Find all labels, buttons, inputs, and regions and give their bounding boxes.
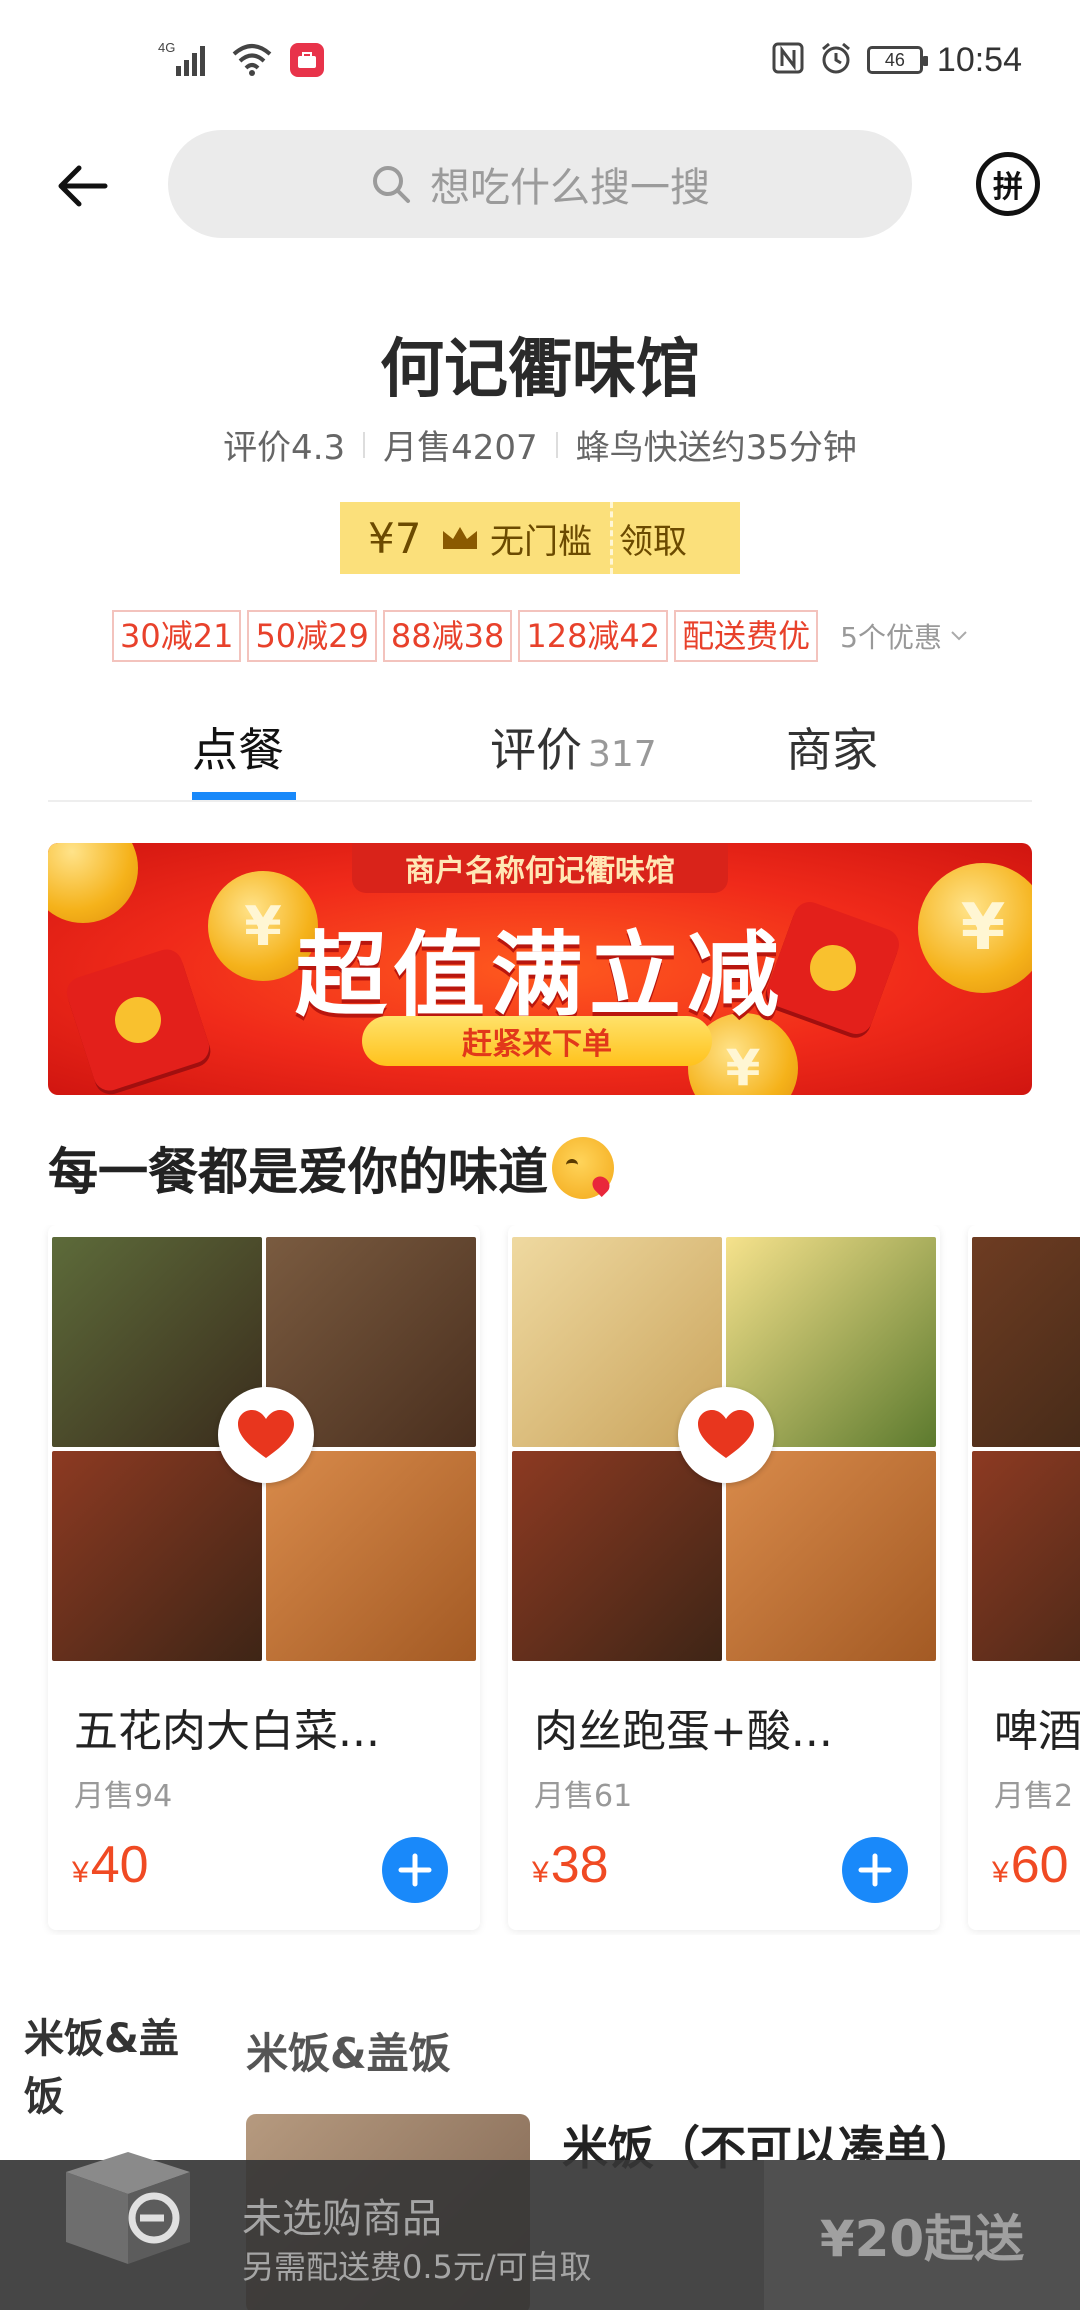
product-title: 啤酒 <box>994 1706 1080 1757</box>
category-sidebar: 米饭&盖饭 <box>0 2010 216 2126</box>
food-photo <box>512 1451 722 1661</box>
cart-bar: 未选购商品 另需配送费0.5元/可自取 ¥20起送 <box>0 2152 1080 2310</box>
category-heading: 米饭&盖饭 <box>246 2029 451 2078</box>
status-bar: 4G 46 10:54 <box>0 0 1080 120</box>
cart-box-icon[interactable] <box>56 2138 196 2268</box>
banner-title: 超值满立减 <box>294 922 785 1029</box>
product-carousel[interactable]: 五花肉大白菜... 月售94 ¥40 肉丝跑蛋+酸... 月售61 ¥38 啤酒… <box>0 1225 1080 1935</box>
price-value: 40 <box>90 1836 149 1894</box>
banner-merchant-label: 商户名称何记衢味馆 <box>352 843 728 893</box>
kiss-emoji-icon <box>552 1137 614 1199</box>
product-card[interactable]: 啤酒 月售2 ¥60 <box>968 1225 1080 1930</box>
food-photo <box>52 1451 262 1661</box>
more-promotions-button[interactable]: 5个优惠 <box>840 616 968 656</box>
tab-reviews-label: 评价 <box>490 723 582 777</box>
tab-order[interactable]: 点餐 <box>192 714 284 780</box>
nfc-icon <box>771 41 805 79</box>
chevron-down-icon <box>951 631 967 641</box>
delivery-fee-note: 另需配送费0.5元/可自取 <box>242 2248 592 2286</box>
coupon-amount: ¥7 <box>368 513 422 563</box>
status-right: 46 10:54 <box>771 36 1022 84</box>
plus-icon <box>398 1853 432 1887</box>
clock: 10:54 <box>936 40 1022 79</box>
back-button[interactable] <box>50 158 114 214</box>
currency-symbol: ¥ <box>532 1856 549 1889</box>
promo-tag: 50减29 <box>247 610 377 662</box>
currency-symbol: ¥ <box>72 1856 89 1889</box>
price-value: 38 <box>550 1836 609 1894</box>
banner-order-button[interactable]: 赶紧来下单 <box>362 1016 712 1066</box>
divider <box>555 431 558 458</box>
food-photo <box>972 1451 1080 1661</box>
heart-icon <box>678 1387 774 1483</box>
shop-name: 何记衢味馆 <box>380 333 700 407</box>
active-tab-indicator <box>192 792 296 800</box>
crown-icon <box>443 527 477 549</box>
currency-symbol: ¥ <box>992 1856 1009 1889</box>
status-left: 4G <box>158 38 324 82</box>
cart-status: 未选购商品 <box>242 2196 442 2242</box>
alarm-icon <box>819 41 853 79</box>
category-item-rice[interactable]: 米饭&盖饭 <box>0 2010 200 2126</box>
more-promotions-label: 5个优惠 <box>840 621 942 654</box>
battery-icon: 46 <box>866 46 928 74</box>
tab-reviews[interactable]: 评价 317 <box>490 714 657 780</box>
plus-icon <box>858 1853 892 1887</box>
section-heading: 每一餐都是爱你的味道 <box>48 1132 614 1204</box>
search-icon <box>373 166 410 203</box>
heart-icon <box>218 1387 314 1483</box>
shop-delivery-time: 蜂鸟快送约35分钟 <box>575 428 857 468</box>
tab-reviews-count: 317 <box>588 734 657 775</box>
search-placeholder: 想吃什么搜一搜 <box>430 165 710 211</box>
product-sales: 月售94 <box>74 1779 173 1814</box>
promo-banner[interactable]: ¥ ¥ ¥ 商户名称何记衢味馆 超值满立减 赶紧来下单 <box>48 843 1032 1095</box>
product-price: ¥38 <box>532 1835 609 1895</box>
product-price: ¥60 <box>992 1835 1069 1895</box>
product-card[interactable]: 肉丝跑蛋+酸... 月售61 ¥38 <box>508 1225 940 1930</box>
svg-text:4G: 4G <box>158 40 175 55</box>
divider <box>363 431 366 458</box>
product-title: 肉丝跑蛋+酸... <box>534 1706 833 1757</box>
shop-monthly-sales: 月售4207 <box>383 428 538 468</box>
section-heading-text: 每一餐都是爱你的味道 <box>48 1143 548 1201</box>
shop-rating: 评价4.3 <box>223 428 346 468</box>
tab-bar: 点餐 评价 317 商家 <box>48 700 1032 802</box>
food-photo <box>266 1451 476 1661</box>
food-photo <box>972 1237 1080 1447</box>
group-order-button[interactable]: 拼 <box>976 152 1040 216</box>
coupon-claim-button[interactable]: 领取 <box>619 514 687 563</box>
product-title: 五花肉大白菜... <box>74 1706 380 1757</box>
minimum-order-button[interactable]: ¥20起送 <box>764 2160 1080 2310</box>
shop-stats: 评价4.3 月售4207 蜂鸟快送约35分钟 <box>0 420 1080 469</box>
coupon-card[interactable]: ¥7 无门槛 领取 <box>340 502 740 574</box>
notification-app-icon <box>290 43 324 77</box>
promo-tag: 30减21 <box>111 610 242 662</box>
wifi-icon <box>230 40 274 80</box>
product-card[interactable]: 五花肉大白菜... 月售94 ¥40 <box>48 1225 480 1930</box>
top-nav: 想吃什么搜一搜 拼 <box>0 130 1080 240</box>
promo-tag: 128减42 <box>518 610 669 662</box>
search-input[interactable]: 想吃什么搜一搜 <box>168 130 912 238</box>
coupon-divider <box>610 502 613 574</box>
promotion-tags: 30减21 50减29 88减38 128减42 配送费优 5个优惠 <box>0 610 1080 662</box>
promo-tag: 88减38 <box>382 610 513 662</box>
product-price: ¥40 <box>72 1835 149 1895</box>
product-sales: 月售2 <box>994 1779 1074 1814</box>
food-photo <box>726 1451 936 1661</box>
add-to-cart-button[interactable] <box>842 1837 908 1903</box>
add-to-cart-button[interactable] <box>382 1837 448 1903</box>
coupon-condition: 无门槛 <box>490 521 592 562</box>
tab-merchant[interactable]: 商家 <box>786 714 878 780</box>
arrow-left-icon <box>58 165 108 207</box>
price-value: 60 <box>1010 1836 1069 1894</box>
promo-tag: 配送费优 <box>674 610 819 662</box>
product-sales: 月售61 <box>534 1779 633 1814</box>
signal-icon: 4G <box>158 38 214 82</box>
product-image <box>972 1237 1080 1661</box>
